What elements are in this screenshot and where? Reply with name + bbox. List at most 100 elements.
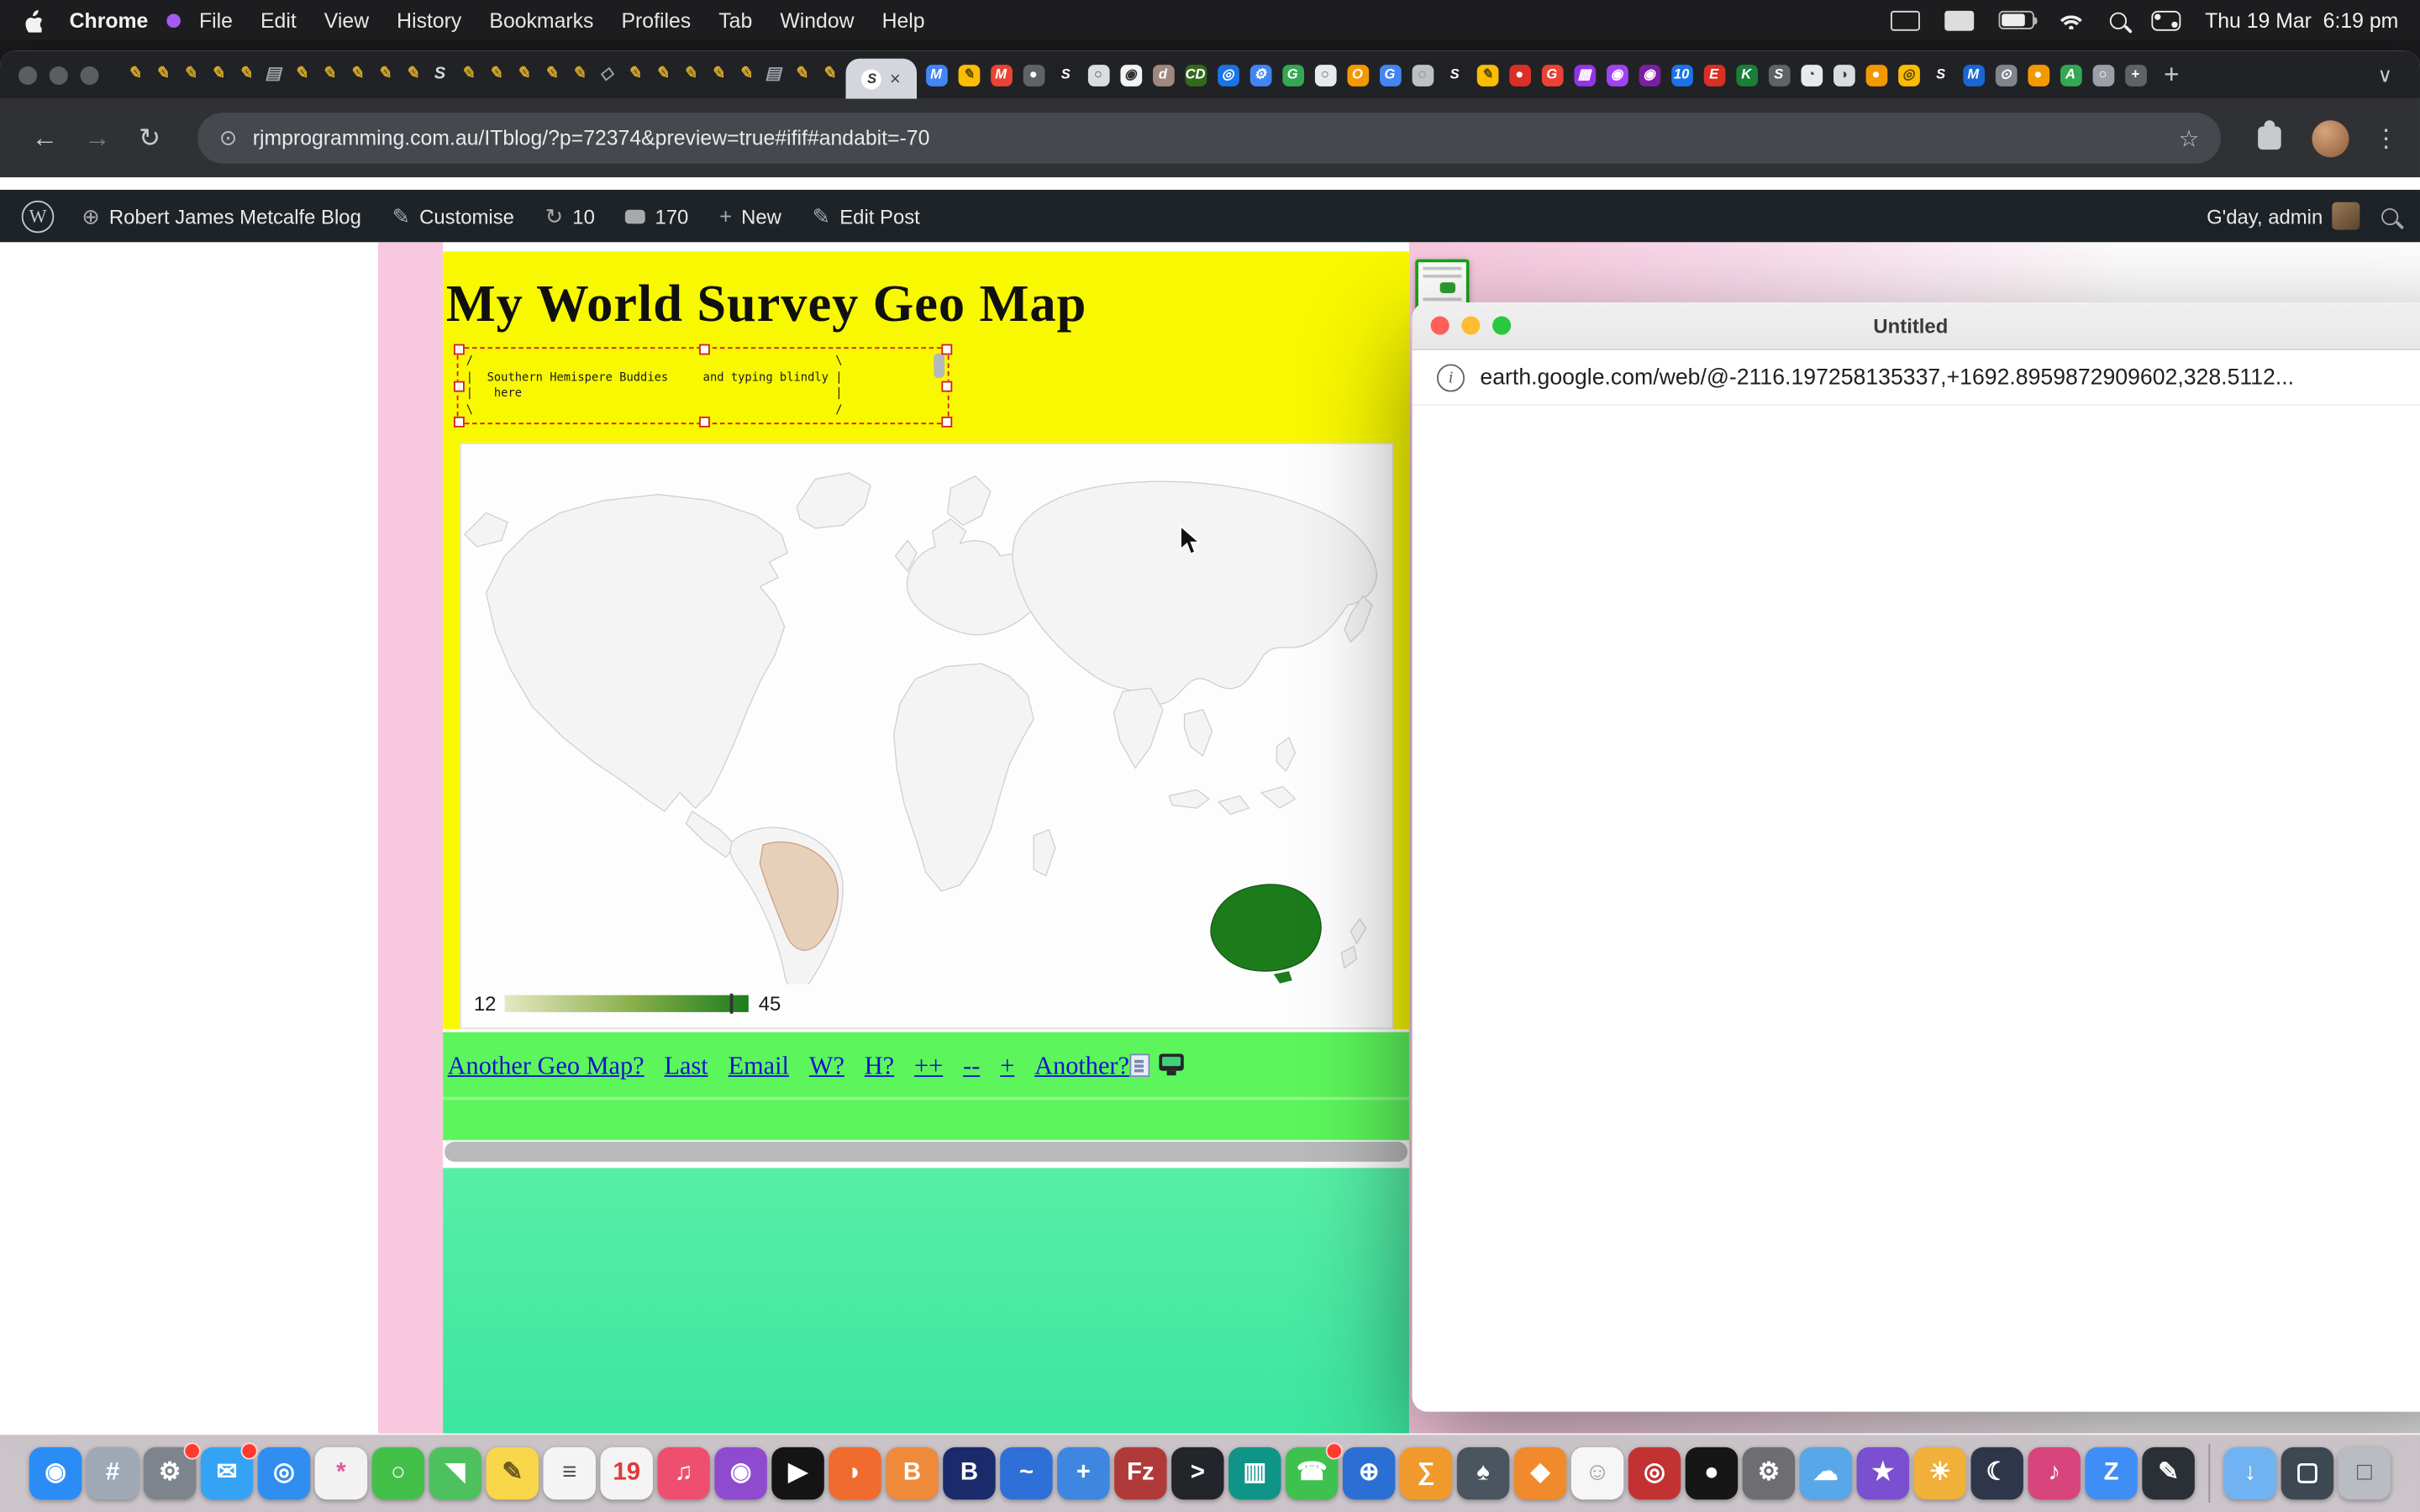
- resize-handle[interactable]: [698, 417, 709, 428]
- browser-tab[interactable]: S: [1924, 51, 1957, 99]
- dock-app-icon[interactable]: ☁: [1800, 1447, 1852, 1499]
- resize-handle[interactable]: [698, 344, 709, 355]
- greeting[interactable]: G'day, admin: [2207, 204, 2323, 228]
- menu-item[interactable]: View: [324, 8, 369, 32]
- browser-tab[interactable]: ▤: [260, 51, 287, 99]
- close-tab-icon[interactable]: ×: [890, 70, 901, 88]
- browser-tab[interactable]: K: [1730, 51, 1763, 99]
- profile-avatar[interactable]: [2312, 119, 2349, 156]
- browser-tab[interactable]: ◎: [1892, 51, 1925, 99]
- browser-tab[interactable]: ◉: [1601, 51, 1634, 99]
- browser-tab[interactable]: d: [1147, 51, 1180, 99]
- resize-handle[interactable]: [454, 417, 465, 428]
- minimize-window-button[interactable]: [50, 66, 68, 84]
- dock-app-icon[interactable]: #: [87, 1447, 139, 1499]
- dock-app-icon[interactable]: ∑: [1400, 1447, 1452, 1499]
- battery-icon[interactable]: [1998, 11, 2033, 29]
- browser-tab[interactable]: G: [1374, 51, 1407, 99]
- browser-tab[interactable]: ●: [1503, 51, 1536, 99]
- bookmark-star-icon[interactable]: ☆: [2179, 124, 2200, 152]
- browser-tab[interactable]: ◉: [1114, 51, 1147, 99]
- browser-tab[interactable]: CD: [1179, 51, 1212, 99]
- dock-app-icon[interactable]: ✎: [2142, 1447, 2194, 1499]
- dock-app-icon[interactable]: B: [886, 1447, 938, 1499]
- dock-app-icon[interactable]: ▥: [1228, 1447, 1281, 1499]
- dock-app-icon[interactable]: ♫: [657, 1447, 709, 1499]
- dock-app-icon[interactable]: ☺: [1571, 1447, 1623, 1499]
- display-icon[interactable]: [1944, 10, 1974, 30]
- browser-tab[interactable]: ✎: [704, 51, 732, 99]
- browser-tab[interactable]: ✎: [454, 51, 481, 99]
- post-link[interactable]: ++: [914, 1051, 943, 1082]
- browser-tab[interactable]: S: [1763, 51, 1796, 99]
- geo-chart[interactable]: 12 45: [460, 443, 1393, 1029]
- close-window-button[interactable]: [18, 66, 37, 84]
- browser-tab[interactable]: M: [985, 51, 1018, 99]
- menu-bar-clock[interactable]: Thu 19 Mar 6:19 pm: [2205, 8, 2398, 32]
- browser-tab[interactable]: ◉: [1633, 51, 1665, 99]
- dock-app-icon[interactable]: ▶: [771, 1447, 823, 1499]
- extensions-icon[interactable]: [2258, 127, 2281, 150]
- untitled-window[interactable]: Untitled i earth.google.com/web/@-2116.1…: [1413, 302, 2420, 1412]
- post-link[interactable]: Another Geo Map?: [448, 1051, 644, 1082]
- browser-tab[interactable]: S: [1050, 51, 1082, 99]
- forward-button[interactable]: →: [74, 115, 120, 161]
- dock-app-icon[interactable]: ♪: [2028, 1447, 2080, 1499]
- browser-tab[interactable]: ◔: [1795, 51, 1828, 99]
- wordpress-logo-icon[interactable]: W: [22, 200, 55, 233]
- browser-tab[interactable]: +: [2119, 51, 2152, 99]
- screen-mirroring-icon[interactable]: [1890, 10, 1919, 30]
- browser-tab[interactable]: ✎: [371, 51, 398, 99]
- post-link[interactable]: Last: [665, 1051, 708, 1082]
- resize-handle[interactable]: [941, 344, 952, 355]
- untitled-url-bar[interactable]: i earth.google.com/web/@-2116.1972581353…: [1413, 350, 2420, 406]
- zoom-window-button[interactable]: [81, 66, 99, 84]
- horizontal-scrollbar[interactable]: [445, 1142, 1407, 1162]
- browser-tab[interactable]: ✎: [787, 51, 815, 99]
- dock-app-icon[interactable]: 19: [600, 1447, 652, 1499]
- back-button[interactable]: ←: [22, 115, 68, 161]
- active-tab[interactable]: S ×: [846, 59, 917, 99]
- browser-tab[interactable]: ▤: [760, 51, 787, 99]
- menu-item[interactable]: History: [397, 8, 461, 32]
- wp-customise[interactable]: ✎ Customise: [383, 190, 523, 242]
- browser-tab[interactable]: ✎: [203, 51, 231, 99]
- browser-tab[interactable]: O: [1341, 51, 1374, 99]
- post-link[interactable]: Another?: [1034, 1051, 1129, 1082]
- post-link[interactable]: H?: [865, 1051, 894, 1082]
- dock-app-icon[interactable]: ☀: [1914, 1447, 1966, 1499]
- survey-textarea-text[interactable]: / \ | Southern Hemispere Buddies and typ…: [466, 354, 940, 418]
- browser-tab[interactable]: M: [920, 51, 953, 99]
- dock-tail-icon[interactable]: ▢: [2281, 1447, 2333, 1499]
- new-label[interactable]: New: [741, 204, 781, 228]
- menu-item[interactable]: Help: [882, 8, 925, 32]
- browser-tab[interactable]: ✎: [537, 51, 565, 99]
- post-link[interactable]: W?: [809, 1051, 844, 1082]
- browser-tab[interactable]: ●: [1017, 51, 1050, 99]
- browser-tab[interactable]: ○: [1309, 51, 1342, 99]
- monitor-icon[interactable]: [1159, 1053, 1183, 1070]
- browser-tab[interactable]: ◇: [592, 51, 620, 99]
- browser-tab[interactable]: ✎: [315, 51, 343, 99]
- untitled-titlebar[interactable]: Untitled: [1413, 302, 2420, 350]
- browser-tab[interactable]: ●: [1860, 51, 1892, 99]
- browser-tab[interactable]: ○: [2086, 51, 2119, 99]
- post-link[interactable]: Email: [729, 1051, 789, 1082]
- browser-tab[interactable]: ✎: [398, 51, 426, 99]
- customise-label[interactable]: Customise: [419, 204, 514, 228]
- dock-app-icon[interactable]: >: [1171, 1447, 1223, 1499]
- browser-tab[interactable]: 10: [1665, 51, 1698, 99]
- dock-app-icon[interactable]: ≡: [544, 1447, 596, 1499]
- browser-tab[interactable]: S: [426, 51, 454, 99]
- browser-tab[interactable]: E: [1697, 51, 1730, 99]
- browser-tab[interactable]: ✎: [481, 51, 509, 99]
- updates-count[interactable]: 10: [572, 204, 595, 228]
- wp-site-menu[interactable]: ⊕ Robert James Metcalfe Blog: [72, 190, 371, 242]
- dock-app-icon[interactable]: +: [1057, 1447, 1109, 1499]
- wp-comments[interactable]: 170: [617, 190, 698, 242]
- dock-app-icon[interactable]: ⚙: [144, 1447, 196, 1499]
- dock-app-icon[interactable]: ◥: [429, 1447, 481, 1499]
- resize-handle[interactable]: [454, 344, 465, 355]
- dock-app-icon[interactable]: ~: [1000, 1447, 1052, 1499]
- post-link[interactable]: --: [963, 1051, 980, 1082]
